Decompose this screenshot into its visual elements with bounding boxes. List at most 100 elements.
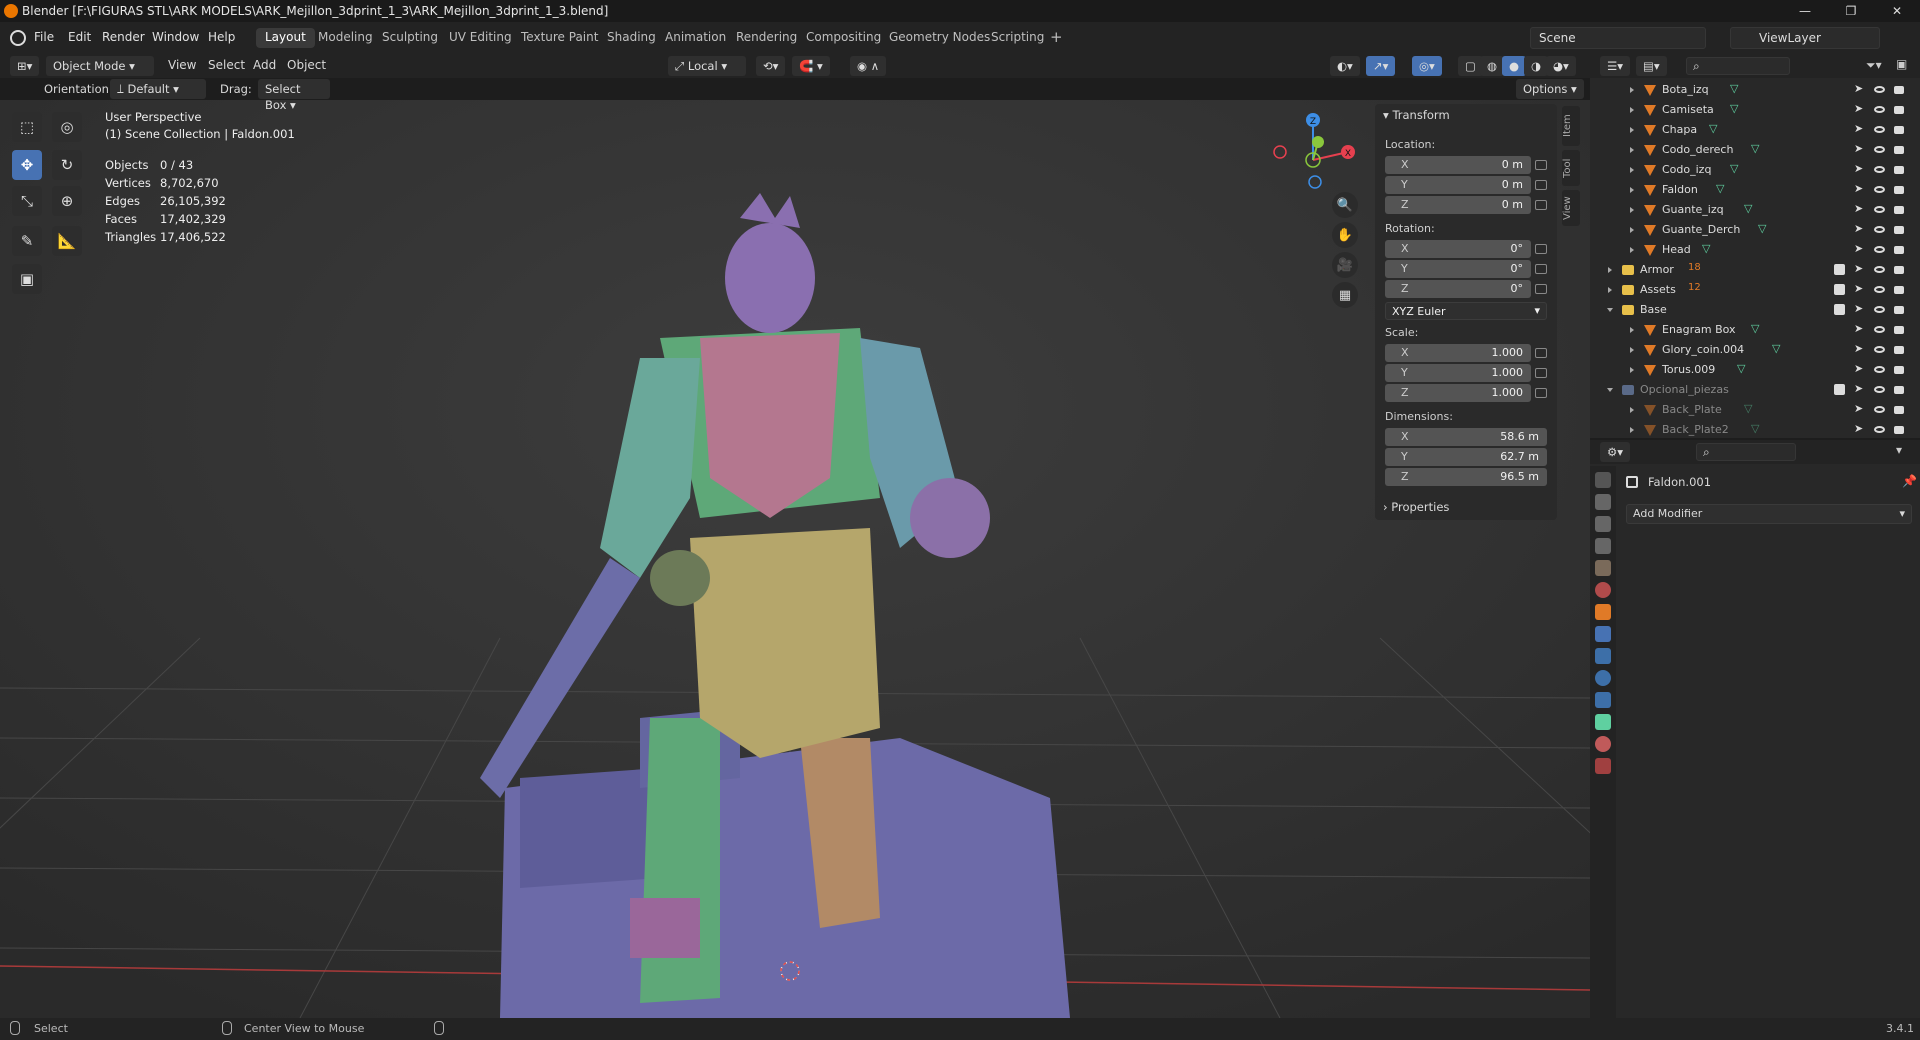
selectable-icon[interactable]: ➤ (1854, 242, 1863, 255)
outliner-item[interactable]: Assets 12 ➤ (1590, 280, 1920, 300)
expand-arrow-icon[interactable] (1607, 388, 1613, 392)
eye-icon[interactable] (1874, 246, 1885, 253)
selectable-icon[interactable]: ➤ (1854, 362, 1863, 375)
add-workspace-icon[interactable]: + (1050, 28, 1063, 46)
render-camera-icon[interactable] (1894, 366, 1904, 374)
editor-type-icon[interactable]: ⚙▾ (1600, 442, 1631, 462)
filter-type-icon[interactable]: ▤▾ (1636, 56, 1667, 76)
camera-view-icon[interactable]: 🎥 (1332, 252, 1358, 278)
measure-tool-button[interactable]: 📐 (52, 226, 82, 256)
outliner-item[interactable]: Enagram Box ▽ ➤ (1590, 320, 1920, 340)
selectable-icon[interactable]: ➤ (1854, 322, 1863, 335)
expand-arrow-icon[interactable] (1630, 347, 1634, 353)
mesh-data-icon[interactable]: ▽ (1709, 122, 1717, 135)
tab-uv-editing[interactable]: UV Editing (440, 28, 521, 48)
tab-rendering[interactable]: Rendering (727, 28, 806, 48)
transform-space-selector[interactable]: ⤢ Local ▾ (668, 56, 746, 76)
mesh-data-icon[interactable]: ▽ (1702, 242, 1710, 255)
render-camera-icon[interactable] (1894, 146, 1904, 154)
outliner-item[interactable]: Codo_izq ▽ ➤ (1590, 160, 1920, 180)
lock-icon[interactable] (1535, 244, 1547, 254)
outliner-search-input[interactable]: ⌕ (1686, 57, 1790, 75)
snap-icon[interactable]: 🧲 ▾ (792, 56, 830, 76)
tab-item[interactable]: Item (1562, 106, 1580, 146)
selectable-icon[interactable]: ➤ (1854, 142, 1863, 155)
lock-icon[interactable] (1535, 348, 1547, 358)
selectable-icon[interactable]: ➤ (1854, 82, 1863, 95)
eye-icon[interactable] (1874, 286, 1885, 293)
minimize-button[interactable]: — (1782, 0, 1828, 22)
transform-header[interactable]: ▾ Transform (1383, 108, 1450, 122)
selectable-icon[interactable]: ➤ (1854, 342, 1863, 355)
outliner-item[interactable]: Head ▽ ➤ (1590, 240, 1920, 260)
menu-select[interactable]: Select (208, 58, 245, 72)
transform-tool-button[interactable]: ⊕ (52, 186, 82, 216)
add-modifier-button[interactable]: Add Modifier ▾ (1626, 504, 1912, 524)
rotation-x-field[interactable]: X 0° (1385, 240, 1531, 258)
selectable-icon[interactable]: ➤ (1854, 202, 1863, 215)
mesh-data-icon[interactable]: ▽ (1751, 142, 1759, 155)
rotate-tool-button[interactable]: ↻ (52, 150, 82, 180)
output-tab-icon[interactable] (1595, 516, 1611, 532)
eye-icon[interactable] (1874, 406, 1885, 413)
lock-icon[interactable] (1535, 180, 1547, 190)
location-y-field[interactable]: Y 0 m (1385, 176, 1531, 194)
editor-type-icon[interactable]: ⊞▾ (10, 56, 40, 76)
selectable-icon[interactable]: ➤ (1854, 382, 1863, 395)
zoom-icon[interactable]: 🔍 (1332, 192, 1358, 218)
expand-arrow-icon[interactable] (1630, 127, 1634, 133)
render-camera-icon[interactable] (1894, 286, 1904, 294)
object-tab-icon[interactable] (1595, 604, 1611, 620)
dimensions-z-field[interactable]: Z 96.5 m (1385, 468, 1547, 486)
eye-icon[interactable] (1874, 166, 1885, 173)
render-camera-icon[interactable] (1894, 326, 1904, 334)
eye-icon[interactable] (1874, 266, 1885, 273)
rotation-y-field[interactable]: Y 0° (1385, 260, 1531, 278)
properties-header[interactable]: › Properties (1375, 496, 1557, 520)
overlays-toggle-icon[interactable]: ◎▾ (1412, 56, 1442, 76)
selectable-icon[interactable]: ➤ (1854, 222, 1863, 235)
menu-view[interactable]: View (168, 58, 196, 72)
render-camera-icon[interactable] (1894, 86, 1904, 94)
constraints-tab-icon[interactable] (1595, 692, 1611, 708)
scene-tab-icon[interactable] (1595, 560, 1611, 576)
tool-tab-icon[interactable] (1595, 472, 1611, 488)
selectable-icon[interactable]: ➤ (1854, 282, 1863, 295)
eye-icon[interactable] (1874, 186, 1885, 193)
tab-texture-paint[interactable]: Texture Paint (512, 28, 607, 48)
move-tool-button[interactable]: ✥ (12, 150, 42, 180)
physics-tab-icon[interactable] (1595, 670, 1611, 686)
eye-icon[interactable] (1874, 106, 1885, 113)
options-button[interactable]: Options ▾ (1516, 79, 1584, 99)
render-camera-icon[interactable] (1894, 266, 1904, 274)
mesh-data-icon[interactable]: ▽ (1737, 362, 1745, 375)
render-camera-icon[interactable] (1894, 306, 1904, 314)
outliner-item[interactable]: Guante_Derch ▽ ➤ (1590, 220, 1920, 240)
eye-icon[interactable] (1874, 386, 1885, 393)
expand-arrow-icon[interactable] (1630, 407, 1634, 413)
expand-arrow-icon[interactable] (1608, 287, 1612, 293)
render-camera-icon[interactable] (1894, 206, 1904, 214)
selectable-icon[interactable]: ➤ (1854, 302, 1863, 315)
outliner-item[interactable]: Guante_izq ▽ ➤ (1590, 200, 1920, 220)
expand-arrow-icon[interactable] (1607, 308, 1613, 312)
pivot-icon[interactable]: ⟲▾ (756, 56, 786, 76)
selectable-icon[interactable]: ➤ (1854, 402, 1863, 415)
mesh-data-icon[interactable]: ▽ (1758, 222, 1766, 235)
chevron-down-icon[interactable]: ▾ (1896, 443, 1902, 457)
outliner-item[interactable]: Armor 18 ➤ (1590, 260, 1920, 280)
expand-arrow-icon[interactable] (1630, 327, 1634, 333)
mesh-data-icon[interactable]: ▽ (1730, 82, 1738, 95)
rotation-mode-selector[interactable]: XYZ Euler ▾ (1385, 302, 1547, 320)
render-camera-icon[interactable] (1894, 186, 1904, 194)
annotate-tool-button[interactable]: ✎ (12, 226, 42, 256)
dimensions-y-field[interactable]: Y 62.7 m (1385, 448, 1547, 466)
render-camera-icon[interactable] (1894, 246, 1904, 254)
outliner-item[interactable]: Base ➤ (1590, 300, 1920, 320)
lock-icon[interactable] (1535, 200, 1547, 210)
mesh-data-icon[interactable]: ▽ (1730, 162, 1738, 175)
orientation-selector[interactable]: ⟘ Default ▾ (110, 79, 206, 99)
lock-icon[interactable] (1535, 264, 1547, 274)
outliner-item[interactable]: Back_Plate2 ▽ ➤ (1590, 420, 1920, 438)
scene-selector[interactable]: Scene (1530, 27, 1706, 49)
